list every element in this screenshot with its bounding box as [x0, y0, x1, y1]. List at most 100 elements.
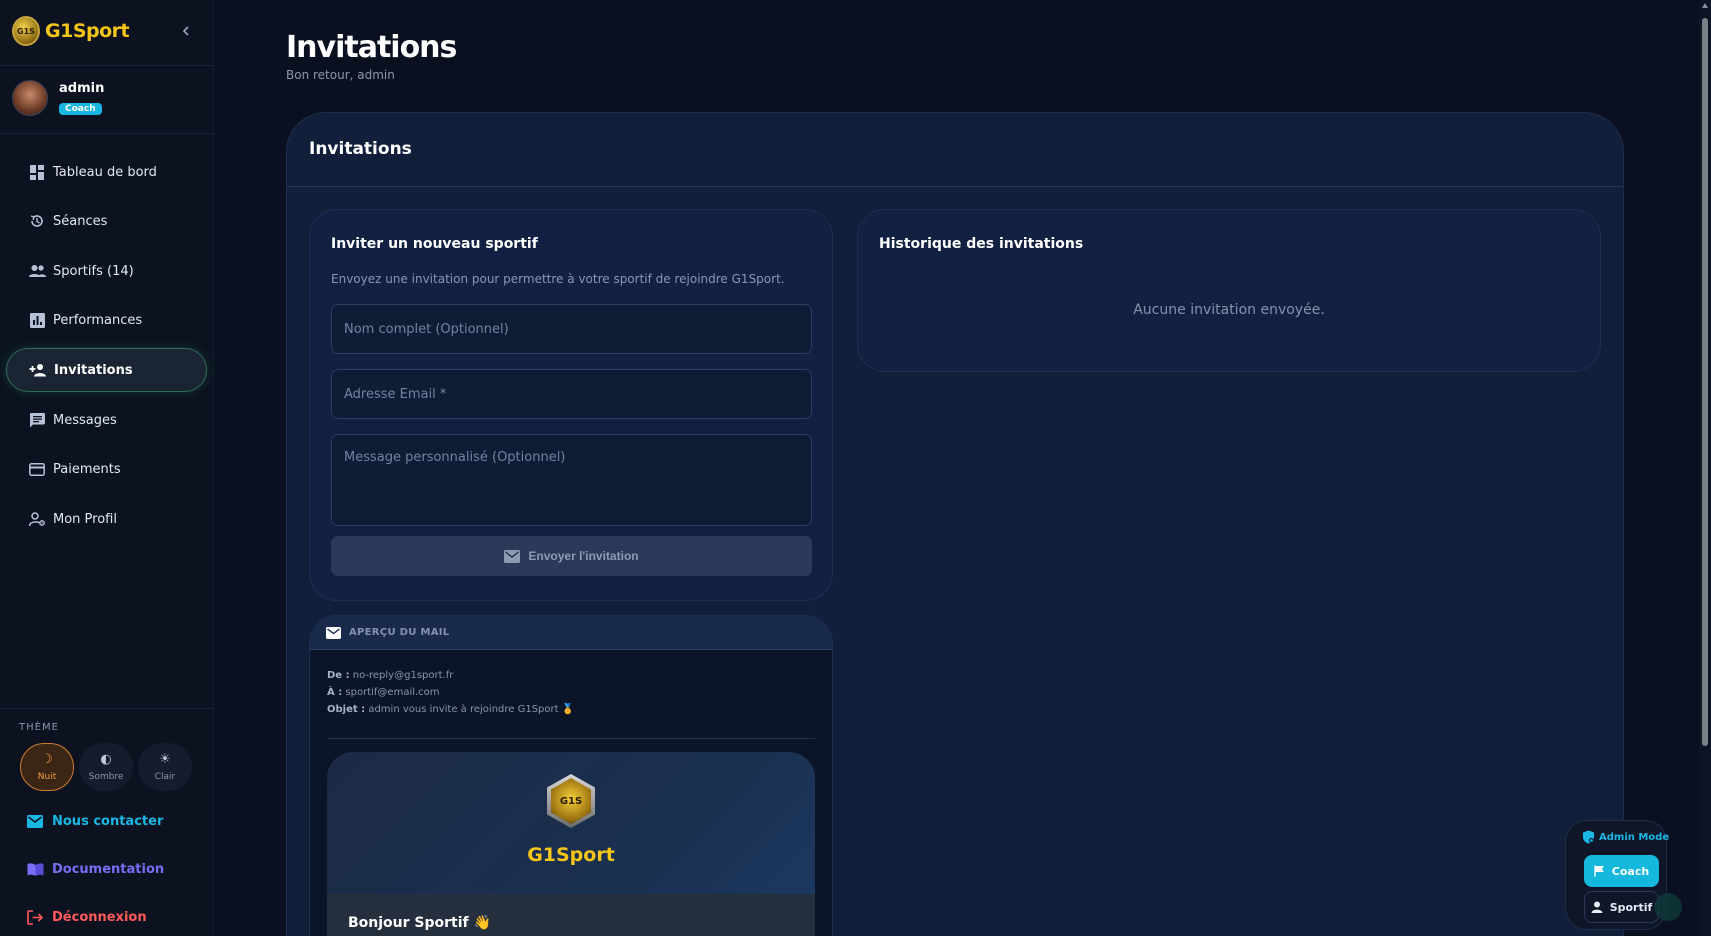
- mail-icon: [326, 626, 341, 639]
- mail-preview-divider: [327, 738, 815, 739]
- sidebar-item-paiements[interactable]: Paiements: [6, 447, 207, 491]
- mail-body: Bonjour Sportif 👋: [327, 894, 815, 936]
- documentation-link[interactable]: Documentation: [27, 862, 164, 877]
- admin-mode-text: Admin Mode: [1599, 831, 1670, 843]
- moon-icon: ☽: [41, 752, 53, 767]
- history-icon: [28, 212, 46, 230]
- brand-logo: G1S: [12, 16, 40, 46]
- admin-mode-widget: Admin Mode Coach Sportif: [1565, 820, 1669, 930]
- mail-to-line: À : sportif@email.com: [327, 687, 440, 698]
- contact-link-label: Nous contacter: [52, 814, 164, 829]
- sidebar-item-label: Paiements: [53, 461, 121, 477]
- sun-icon: ☀: [159, 752, 171, 767]
- brand-name: G1Sport: [45, 20, 130, 42]
- theme-dark-button[interactable]: ◐ Sombre: [79, 743, 133, 791]
- mail-preview-label: APERÇU DU MAIL: [349, 627, 450, 638]
- mail-to-value: sportif@email.com: [345, 687, 440, 698]
- admin-mode-label: Admin Mode: [1582, 830, 1669, 844]
- user-name: admin: [59, 81, 105, 96]
- mail-greeting: Bonjour Sportif 👋: [348, 915, 491, 931]
- mail-subject-value: admin vous invite à rejoindre G1Sport 🏅: [368, 704, 575, 715]
- invite-form-panel: Inviter un nouveau sportif Envoyez une i…: [309, 209, 833, 601]
- person-settings-icon: [28, 510, 46, 528]
- floating-action-button[interactable]: [1654, 893, 1682, 921]
- mail-icon: [504, 549, 521, 563]
- theme-night-button[interactable]: ☽ Nuit: [20, 743, 74, 791]
- person-icon: [1591, 901, 1603, 913]
- logout-link[interactable]: Déconnexion: [27, 910, 147, 925]
- invitations-card: Invitations Inviter un nouveau sportif E…: [286, 112, 1624, 936]
- switch-sportif-label: Sportif: [1609, 900, 1653, 914]
- switch-coach-label: Coach: [1611, 864, 1650, 878]
- user-profile[interactable]: admin Coach: [12, 80, 104, 116]
- sidebar-divider: [0, 65, 214, 66]
- people-icon: [28, 262, 46, 280]
- sidebar-divider: [0, 133, 214, 134]
- mail-preview-header: APERÇU DU MAIL: [310, 616, 832, 650]
- page-subtitle: Bon retour, admin: [286, 68, 395, 82]
- switch-coach-button[interactable]: Coach: [1584, 855, 1659, 887]
- invite-form-title: Inviter un nouveau sportif: [331, 236, 538, 252]
- mail-logo-text: G1S: [551, 778, 591, 824]
- sidebar-item-invitations[interactable]: Invitations: [6, 348, 207, 392]
- sidebar-item-messages[interactable]: Messages: [6, 398, 207, 442]
- admin-shield-icon: [1582, 830, 1595, 844]
- card-divider: [287, 186, 1623, 187]
- chat-icon: [28, 411, 46, 429]
- flag-icon: [1594, 865, 1605, 877]
- theme-light-button[interactable]: ☀ Clair: [138, 743, 192, 791]
- history-title: Historique des invitations: [879, 236, 1084, 252]
- history-empty-message: Aucune invitation envoyée.: [1133, 302, 1325, 318]
- theme-option-label: Sombre: [88, 772, 124, 782]
- scroll-thumb[interactable]: [1702, 18, 1708, 746]
- sidebar-item-label: Tableau de bord: [53, 164, 157, 180]
- book-icon: [27, 863, 45, 876]
- contrast-icon: ◐: [100, 752, 112, 767]
- credit-card-icon: [28, 460, 46, 478]
- sidebar-item-dashboard[interactable]: Tableau de bord: [6, 150, 207, 194]
- sidebar-item-label: Messages: [53, 412, 117, 428]
- mail-from-value: no-reply@g1sport.fr: [352, 670, 454, 681]
- sidebar-item-label: Sportifs (14): [53, 263, 134, 279]
- theme-label: THÈME: [19, 722, 59, 733]
- collapse-sidebar-button[interactable]: [178, 19, 194, 43]
- avatar: [12, 80, 48, 116]
- send-invitation-label: Envoyer l'invitation: [528, 549, 639, 563]
- logout-link-label: Déconnexion: [52, 910, 147, 925]
- mail-to-label: À :: [327, 687, 343, 698]
- person-add-icon: [29, 361, 47, 379]
- mail-icon: [27, 815, 45, 828]
- sidebar-item-performances[interactable]: Performances: [6, 298, 207, 342]
- sidebar-item-sportifs[interactable]: Sportifs (14): [6, 249, 207, 293]
- sidebar-item-label: Performances: [53, 312, 143, 328]
- chevron-left-icon: [182, 26, 189, 36]
- dashboard-icon: [28, 163, 46, 181]
- sidebar-item-profil[interactable]: Mon Profil: [6, 497, 207, 541]
- name-input[interactable]: [331, 304, 812, 354]
- page-title: Invitations: [286, 30, 457, 65]
- theme-option-label: Nuit: [37, 772, 57, 782]
- mail-logo: G1S: [547, 774, 595, 828]
- mail-from-line: De : no-reply@g1sport.fr: [327, 670, 453, 681]
- sidebar-item-label: Invitations: [54, 362, 133, 378]
- mail-brand-name: G1Sport: [527, 844, 615, 866]
- role-badge: Coach: [59, 103, 102, 115]
- email-input[interactable]: [331, 369, 812, 419]
- scroll-up-arrow[interactable]: [1702, 3, 1708, 8]
- message-textarea[interactable]: [331, 434, 812, 526]
- history-panel: Historique des invitations Aucune invita…: [857, 209, 1601, 372]
- sidebar-item-label: Séances: [53, 213, 108, 229]
- invite-form-description: Envoyez une invitation pour permettre à …: [331, 272, 785, 286]
- switch-sportif-button[interactable]: Sportif: [1584, 891, 1659, 923]
- page-scrollbar[interactable]: [1699, 0, 1711, 936]
- mail-subject-label: Objet :: [327, 704, 366, 715]
- contact-link[interactable]: Nous contacter: [27, 814, 163, 829]
- sidebar: G1S G1Sport admin Coach Tableau de bord …: [0, 0, 214, 936]
- mail-subject-line: Objet : admin vous invite à rejoindre G1…: [327, 704, 574, 715]
- brand[interactable]: G1S G1Sport: [12, 15, 130, 47]
- send-invitation-button[interactable]: Envoyer l'invitation: [331, 536, 812, 576]
- card-title: Invitations: [309, 139, 412, 159]
- sidebar-item-seances[interactable]: Séances: [6, 199, 207, 243]
- mail-from-label: De :: [327, 670, 350, 681]
- theme-option-label: Clair: [154, 772, 176, 782]
